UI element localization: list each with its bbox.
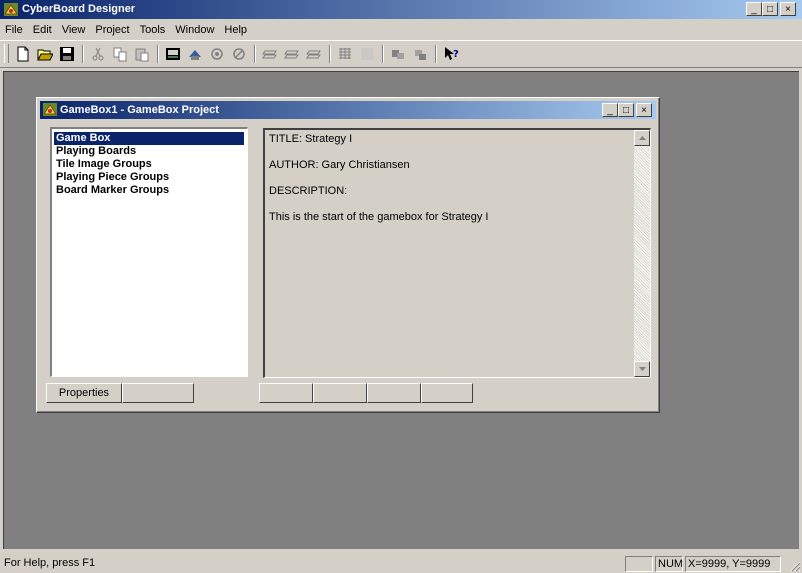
menu-window[interactable]: Window <box>170 24 219 36</box>
gamebox-info-pane[interactable]: TITLE: Strategy I AUTHOR: Gary Christian… <box>263 128 651 378</box>
toolbar-separator <box>254 45 256 63</box>
scroll-up-button[interactable] <box>634 130 650 146</box>
layer3-icon[interactable] <box>303 44 325 64</box>
arrow-down-icon <box>638 367 646 371</box>
tree-item-playing-piece-groups[interactable]: Playing Piece Groups <box>54 171 171 184</box>
toolbar-grip[interactable] <box>4 44 9 63</box>
board-icon[interactable] <box>184 44 206 64</box>
marker-icon[interactable] <box>228 44 250 64</box>
description-label: DESCRIPTION: <box>269 185 348 197</box>
cut-icon[interactable] <box>87 44 109 64</box>
child-maximize-button[interactable]: □ <box>618 103 634 117</box>
fine-grid-icon[interactable] <box>356 44 378 64</box>
menu-bar: File Edit View Project Tools Window Help <box>0 20 802 39</box>
help-context-icon[interactable]: ? <box>440 44 462 64</box>
tree-item-board-marker-groups[interactable]: Board Marker Groups <box>54 184 171 197</box>
menu-help[interactable]: Help <box>219 24 252 36</box>
tree-item-playing-boards[interactable]: Playing Boards <box>54 145 138 158</box>
cyberboard-icon <box>4 3 18 16</box>
grid-icon[interactable] <box>334 44 356 64</box>
copy-icon[interactable] <box>109 44 131 64</box>
layer1-icon[interactable] <box>259 44 281 64</box>
layer2-icon[interactable] <box>281 44 303 64</box>
project-icon[interactable] <box>162 44 184 64</box>
menu-edit[interactable]: Edit <box>28 24 57 36</box>
new-icon[interactable] <box>12 44 34 64</box>
menu-tools[interactable]: Tools <box>135 24 171 36</box>
save-icon[interactable] <box>56 44 78 64</box>
toolbar-separator <box>435 45 437 63</box>
gamebox-project-window: GameBox1 - GameBox Project _ □ × Game Bo… <box>36 97 660 413</box>
right-button-3[interactable] <box>367 383 421 403</box>
piece-icon[interactable] <box>206 44 228 64</box>
maximize-button[interactable]: □ <box>762 2 778 16</box>
child-window-title: GameBox1 - GameBox Project <box>60 104 219 116</box>
title-line: TITLE: Strategy I <box>269 133 353 145</box>
right-button-2[interactable] <box>313 383 367 403</box>
toolbar-separator <box>82 45 84 63</box>
tree-item-game-box[interactable]: Game Box <box>54 132 244 145</box>
right-button-1[interactable] <box>259 383 313 403</box>
move-icon[interactable] <box>409 44 431 64</box>
menu-view[interactable]: View <box>57 24 91 36</box>
close-button[interactable]: × <box>780 2 796 16</box>
select-icon[interactable] <box>387 44 409 64</box>
toolbar-separator <box>329 45 331 63</box>
tree-item-tile-image-groups[interactable]: Tile Image Groups <box>54 158 154 171</box>
toolbar-separator <box>382 45 384 63</box>
toolbar: ? <box>0 40 802 68</box>
svg-text:?: ? <box>453 49 459 60</box>
toolbar-separator <box>157 45 159 63</box>
left-blank-button[interactable] <box>122 383 194 403</box>
arrow-up-icon <box>638 136 646 140</box>
child-close-button[interactable]: × <box>636 103 652 117</box>
properties-button[interactable]: Properties <box>46 383 122 403</box>
author-line: AUTHOR: Gary Christiansen <box>269 159 410 171</box>
cyberboard-icon <box>43 103 57 116</box>
status-num-indicator: NUM <box>655 556 683 572</box>
child-minimize-button[interactable]: _ <box>602 103 618 117</box>
menu-file[interactable]: File <box>0 24 28 36</box>
minimize-button[interactable]: _ <box>746 2 762 16</box>
vertical-scrollbar[interactable] <box>634 130 650 377</box>
app-title-bar[interactable]: CyberBoard Designer _ □ × <box>0 0 802 19</box>
paste-icon[interactable] <box>131 44 153 64</box>
status-coordinates: X=9999, Y=9999 <box>685 556 781 572</box>
app-title: CyberBoard Designer <box>22 3 136 15</box>
description-text: This is the start of the gamebox for Str… <box>269 211 489 223</box>
status-pane-blank <box>625 556 653 572</box>
right-button-4[interactable] <box>421 383 473 403</box>
project-tree-list[interactable]: Game Box Playing Boards Tile Image Group… <box>50 127 248 377</box>
open-icon[interactable] <box>34 44 56 64</box>
status-help-text: For Help, press F1 <box>4 557 96 569</box>
resize-grip-icon[interactable] <box>789 560 801 572</box>
child-title-bar[interactable]: GameBox1 - GameBox Project _ □ × <box>40 101 656 119</box>
menu-project[interactable]: Project <box>90 24 134 36</box>
status-bar: For Help, press F1 NUM X=9999, Y=9999 <box>0 553 802 573</box>
scroll-down-button[interactable] <box>634 361 650 377</box>
